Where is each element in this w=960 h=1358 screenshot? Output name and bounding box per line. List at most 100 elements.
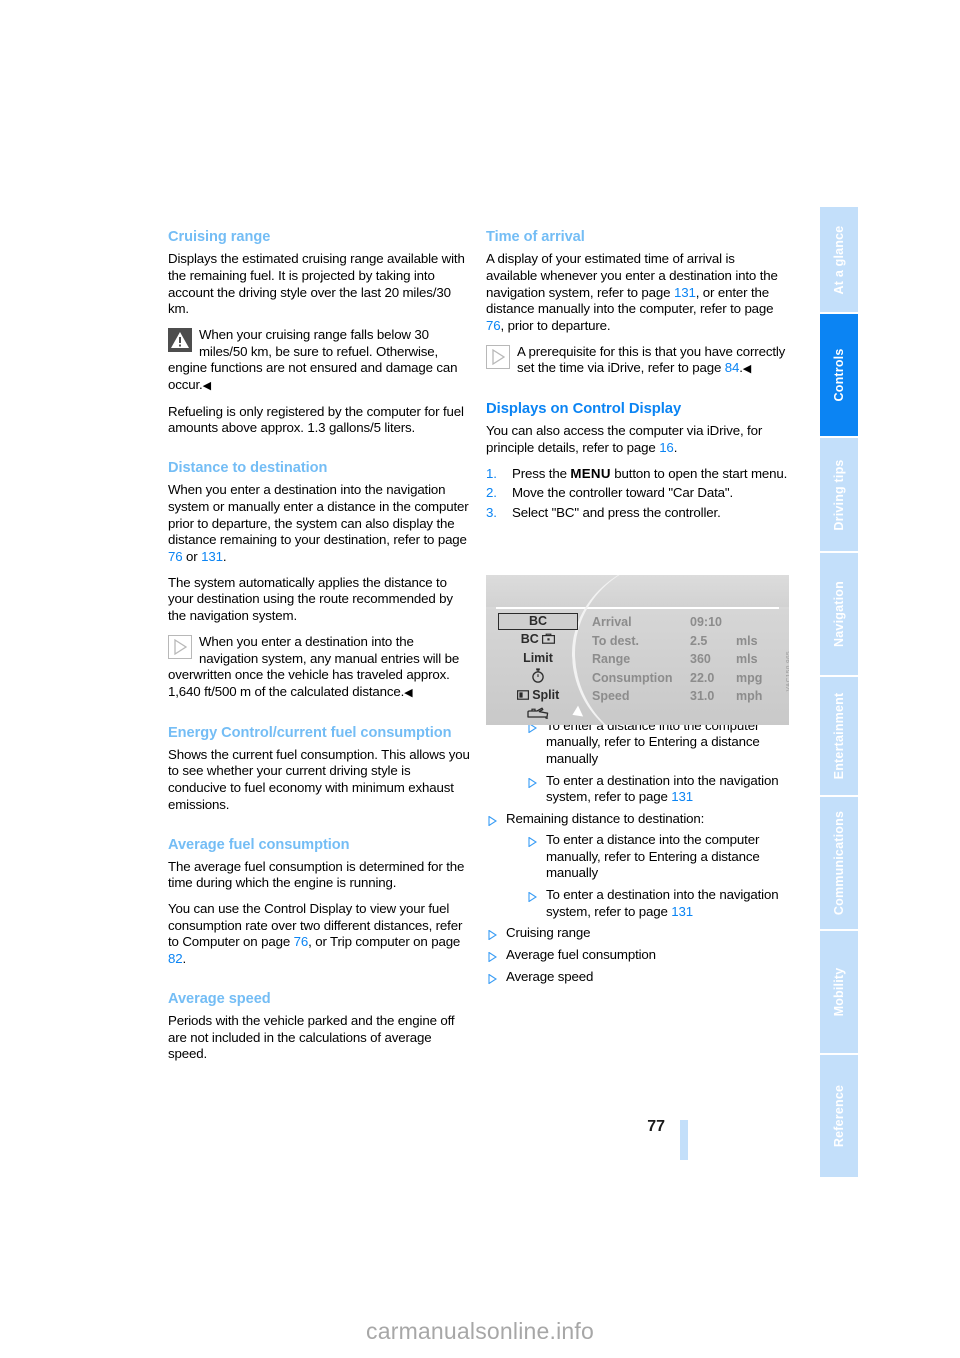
paragraph-average-fuel-1: The average fuel consumption is determin… (168, 858, 465, 891)
text-run: You can also access the computer via iDr… (486, 423, 763, 456)
return-marker: ◀ (404, 686, 413, 699)
sidebar-tab-communications[interactable]: Communications (820, 797, 858, 929)
sidebar-tab-reference[interactable]: Reference (820, 1055, 858, 1177)
text-run: . (222, 549, 227, 565)
figure-menu-item-oil[interactable] (498, 704, 578, 723)
sub-bullet-enter-distance-manually: To enter a distance into the computer ma… (526, 832, 789, 882)
bullet-text: Cruising range (506, 925, 591, 941)
figure-menu-item-bc-trip[interactable]: BC (498, 630, 578, 649)
step-number: 1. (486, 465, 497, 481)
page-ref-131[interactable]: 131 (201, 549, 223, 564)
page-ref-76[interactable]: 76 (486, 318, 501, 333)
sub-bullet-list: To enter a distance into the computer ma… (526, 718, 789, 807)
text-run: , prior to departure. (500, 317, 611, 333)
page-ref-76[interactable]: 76 (168, 549, 183, 564)
paragraph-idrive-access: You can also access the computer via iDr… (486, 423, 789, 456)
triangle-bullet-icon (488, 928, 498, 941)
step-number: 3. (486, 505, 497, 521)
figure-row-label: Range (592, 652, 631, 666)
page-ref-131[interactable]: 131 (671, 789, 693, 804)
step-item-1: 1. Press the MENU button to open the star… (486, 466, 789, 483)
sidebar-tab-label: Reference (832, 1084, 846, 1148)
figure-menu-item-limit[interactable]: Limit (498, 649, 578, 668)
figure-row-arrival: Arrival 09:10 (592, 613, 782, 632)
page-marker-bar (680, 1120, 688, 1160)
text-run: button to open the start menu. (610, 465, 788, 481)
sub-bullet-list: To enter a distance into the computer ma… (526, 832, 789, 921)
figure-menu-label: BC (520, 632, 539, 646)
figure-row-unit: mls (736, 652, 758, 666)
heading-cruising-range: Cruising range (168, 229, 271, 245)
sidebar-tab-at-a-glance[interactable]: At a glance (820, 207, 858, 312)
figure-row-value: 360 (690, 652, 711, 666)
step-item-2: 2. Move the controller toward "Car Data". (486, 485, 789, 502)
figure-menu-item-bc[interactable]: BC (498, 613, 578, 630)
bullet-remaining-distance: Remaining distance to destination: To en… (486, 811, 789, 920)
bullet-text: Remaining distance to destination: (506, 811, 705, 827)
sub-bullet-enter-destination-nav: To enter a destination into the navigati… (526, 887, 789, 920)
triangle-bullet-icon (528, 776, 538, 789)
page-ref-76[interactable]: 76 (294, 934, 309, 949)
sidebar-tab-driving-tips[interactable]: Driving tips (820, 438, 858, 551)
bullet-average-fuel-consumption: Average fuel consumption (486, 947, 789, 964)
info-triangle-icon (486, 344, 510, 369)
paragraph-time-of-arrival: A display of your estimated time of arri… (486, 251, 789, 335)
triangle-bullet-icon (488, 950, 498, 963)
info-note-text: When you enter a destination into the na… (168, 633, 460, 699)
info-triangle-icon (168, 634, 192, 659)
figure-row-unit: mls (736, 633, 758, 648)
paragraph-distance-auto-apply: The system automatically applies the dis… (168, 574, 453, 624)
figure-row-range: Range 360 mls (592, 650, 782, 669)
figure-menu-item-split[interactable]: Split (498, 686, 578, 705)
split-icon (516, 688, 532, 702)
bullet-text: Average fuel consumption (506, 947, 656, 963)
text-run: Move the controller toward "Car Data". (512, 485, 734, 501)
figure-row-label: Arrival (592, 615, 632, 629)
sidebar-tab-label: Driving tips (832, 458, 846, 531)
sidebar-tab-label: Navigation (832, 581, 846, 647)
figure-menu-label: Split (532, 687, 560, 702)
text-run: Press the (512, 465, 571, 481)
page-ref-131[interactable]: 131 (674, 285, 696, 300)
sub-bullet-enter-destination-nav: To enter a destination into the navigati… (526, 773, 789, 806)
sidebar-tab-label: Communications (832, 810, 846, 916)
page-ref-84[interactable]: 84 (725, 360, 740, 375)
page-number: 77 (647, 1118, 665, 1135)
sub-bullet-text: To enter a distance into the computer ma… (546, 831, 760, 881)
return-marker: ◀ (742, 363, 752, 376)
sub-bullet-text: To enter a destination into the navigati… (546, 886, 779, 919)
page-ref-131[interactable]: 131 (671, 904, 693, 919)
figure-row-unit (736, 613, 782, 632)
page-ref-82[interactable]: 82 (168, 951, 183, 966)
sidebar-tab-label: Mobility (832, 967, 846, 1017)
bullet-average-speed: Average speed (486, 969, 789, 986)
page-ref-16[interactable]: 16 (659, 440, 674, 455)
text-run: Select "BC" and press the controller. (512, 505, 721, 521)
paragraph-average-fuel-2: You can use the Control Display to view … (168, 901, 471, 968)
warning-note-cruising-range: When your cruising range falls below 30 … (168, 327, 471, 395)
control-display-figure: BC BC Limit Split Arrival 09:10 To dest.… (486, 575, 789, 725)
sidebar-tab-entertainment[interactable]: Entertainment (820, 677, 858, 795)
sidebar-tab-label: Controls (832, 348, 846, 402)
stopwatch-icon (531, 668, 545, 683)
paragraph-cruising-range-intro: Displays the estimated cruising range av… (168, 251, 465, 317)
sub-bullet-enter-distance-manually: To enter a distance into the computer ma… (526, 718, 789, 768)
figure-menu-column: BC BC Limit Split (498, 613, 578, 723)
text-run: When you enter a destination into the na… (168, 482, 469, 548)
return-marker: ◀ (202, 380, 212, 393)
site-watermark: carmanualsonline.info (366, 1318, 594, 1344)
heading-energy-control: Energy Control/current fuel consumption (168, 724, 452, 741)
step-number: 2. (486, 485, 497, 501)
sidebar-tab-mobility[interactable]: Mobility (820, 931, 858, 1053)
sidebar-tab-label: Entertainment (832, 692, 846, 780)
figure-menu-item-stopwatch[interactable] (498, 667, 578, 686)
heading-distance-to-destination: Distance to destination (168, 460, 328, 477)
sidebar-tab-navigation[interactable]: Navigation (820, 553, 858, 675)
sidebar-tab-controls[interactable]: Controls (820, 314, 858, 436)
figure-row-value: 31.0 (690, 689, 715, 703)
left-text-column: Cruising range Displays the estimated cr… (168, 228, 471, 1072)
info-note-set-time: A prerequisite for this is that you have… (486, 344, 789, 378)
figure-row-label: To dest. (592, 633, 639, 648)
figure-menu-label: Limit (523, 650, 553, 665)
figure-row-value: 22.0 (690, 670, 715, 685)
